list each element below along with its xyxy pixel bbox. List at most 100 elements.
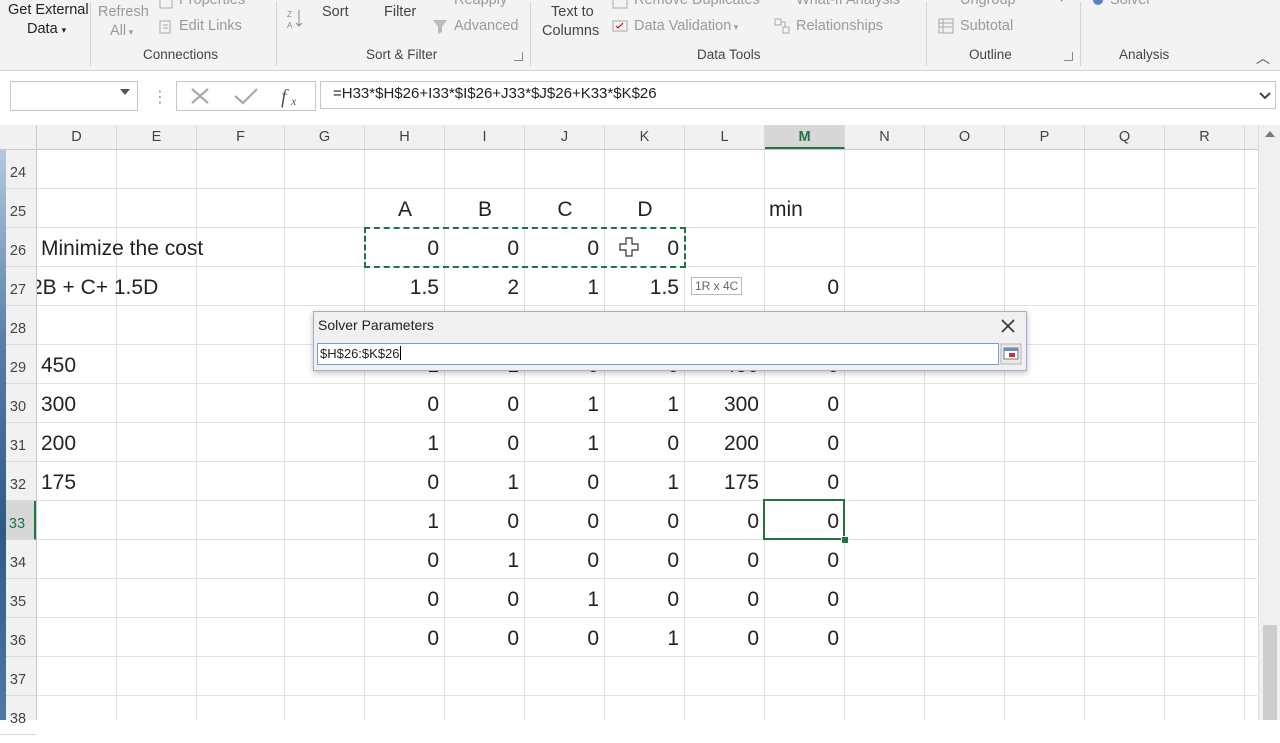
close-icon[interactable] [998,316,1018,336]
cell-d31[interactable]: 200 [41,432,76,456]
sort-filter-launcher-icon[interactable] [514,52,523,61]
filter-button[interactable]: Filter [384,4,416,20]
outline-launcher-icon[interactable] [1064,52,1073,61]
cell-i33[interactable]: 0 [445,510,519,534]
column-header-d[interactable]: D [37,125,117,149]
relationships-button[interactable]: Relationships [796,18,883,34]
cell-k32[interactable]: 1 [605,471,679,495]
cell-k27[interactable]: 1.5 [605,276,679,300]
cell-h32[interactable]: 0 [365,471,439,495]
ungroup-button[interactable]: Ungroup [960,0,1016,8]
range-select-icon[interactable] [1000,343,1022,365]
cell-k31[interactable]: 0 [605,432,679,456]
cell-j32[interactable]: 0 [525,471,599,495]
name-box[interactable] [10,81,138,111]
cell-k34[interactable]: 0 [605,549,679,573]
insert-function-icon[interactable]: f x [279,84,305,108]
cell-j31[interactable]: 1 [525,432,599,456]
chevron-down-icon[interactable] [120,89,130,95]
cell-h33[interactable]: 1 [365,510,439,534]
cell-j30[interactable]: 1 [525,393,599,417]
cell-k33[interactable]: 0 [605,510,679,534]
cell-i27[interactable]: 2 [445,276,519,300]
column-header-r[interactable]: R [1165,125,1245,149]
vertical-scrollbar[interactable] [1258,125,1280,720]
cell-l32[interactable]: 175 [685,471,759,495]
formula-input[interactable]: =H33*$H$26+I33*$I$26+J33*$J$26+K33*$K$26 [320,81,1276,109]
cell-h25[interactable]: A [365,198,445,222]
cell-l35[interactable]: 0 [685,588,759,612]
cancel-x-icon[interactable] [189,87,211,105]
cell-d32[interactable]: 175 [41,471,76,495]
cell-k35[interactable]: 0 [605,588,679,612]
cell-d29[interactable]: 450 [41,354,76,378]
cell-j27[interactable]: 1 [525,276,599,300]
refresh-all-button[interactable]: Refresh [98,4,149,20]
column-header-p[interactable]: P [1005,125,1085,149]
cell-m31[interactable]: 0 [765,432,839,456]
cell-m30[interactable]: 0 [765,393,839,417]
cell-j35[interactable]: 1 [525,588,599,612]
fill-handle[interactable] [841,536,849,544]
ungroup-dropdown-icon[interactable]: ▾ [1058,0,1065,6]
remove-duplicates-button[interactable]: Remove Duplicates [634,0,760,8]
cell-m34[interactable]: 0 [765,549,839,573]
data-validation-button[interactable]: Data Validation ▾ [634,18,738,34]
cell-i35[interactable]: 0 [445,588,519,612]
cell-d26[interactable]: Minimize the cost [41,237,203,261]
column-header-j[interactable]: J [525,125,605,149]
column-header-n[interactable]: N [845,125,925,149]
cell-j34[interactable]: 0 [525,549,599,573]
scrollbar-thumb[interactable] [1263,625,1277,720]
properties-button[interactable]: Properties [179,0,245,8]
reapply-button[interactable]: Reapply [454,0,507,8]
cell-k30[interactable]: 1 [605,393,679,417]
cell-k25[interactable]: D [605,198,685,222]
enter-check-icon[interactable] [233,87,259,105]
cell-h30[interactable]: 0 [365,393,439,417]
cell-m35[interactable]: 0 [765,588,839,612]
cell-m25[interactable]: min [769,198,803,222]
cell-h34[interactable]: 0 [365,549,439,573]
sort-button[interactable]: Sort [322,4,349,20]
column-header-k[interactable]: K [605,125,685,149]
cell-h36[interactable]: 0 [365,627,439,651]
edit-links-button[interactable]: Edit Links [179,18,242,34]
cell-d30[interactable]: 300 [41,393,76,417]
cell-m32[interactable]: 0 [765,471,839,495]
cell-i25[interactable]: B [445,198,525,222]
select-all-corner[interactable] [0,125,37,149]
column-header-e[interactable]: E [117,125,197,149]
cell-j36[interactable]: 0 [525,627,599,651]
cell-l31[interactable]: 200 [685,432,759,456]
text-to-columns-button[interactable]: Text to [551,4,594,20]
refresh-all-dropdown[interactable]: All ▾ [110,23,133,39]
column-header-m[interactable]: M [765,125,845,149]
cell-l33[interactable]: 0 [685,510,759,534]
column-header-l[interactable]: L [685,125,765,149]
cell-h31[interactable]: 1 [365,432,439,456]
cell-i36[interactable]: 0 [445,627,519,651]
worksheet-grid[interactable]: Minimize the cost 2B + C+ 1.5D 450 300 200 17… [37,150,1257,720]
cell-i34[interactable]: 1 [445,549,519,573]
get-external-data-dropdown[interactable]: Data ▾ [27,21,66,37]
solver-range-input[interactable]: $H$26:$K$26 [317,343,999,365]
cell-i31[interactable]: 0 [445,432,519,456]
solver-button[interactable]: Solver [1110,0,1151,8]
cell-k36[interactable]: 1 [605,627,679,651]
what-if-analysis-button[interactable]: What-If Analysis [796,0,900,8]
cell-j25[interactable]: C [525,198,605,222]
cell-h35[interactable]: 0 [365,588,439,612]
cell-d27[interactable]: 2B + C+ 1.5D [37,276,158,300]
cell-m27[interactable]: 0 [765,276,839,300]
formula-bar-grip-icon[interactable]: ⋮ [152,87,168,107]
get-external-data-button[interactable]: Get External [8,2,89,18]
cell-m36[interactable]: 0 [765,627,839,651]
scroll-up-icon[interactable] [1265,131,1275,137]
cell-l30[interactable]: 300 [685,393,759,417]
column-header-o[interactable]: O [925,125,1005,149]
collapse-ribbon-icon[interactable]: ︿ [1256,48,1270,68]
cell-i30[interactable]: 0 [445,393,519,417]
cell-l36[interactable]: 0 [685,627,759,651]
column-header-f[interactable]: F [197,125,285,149]
